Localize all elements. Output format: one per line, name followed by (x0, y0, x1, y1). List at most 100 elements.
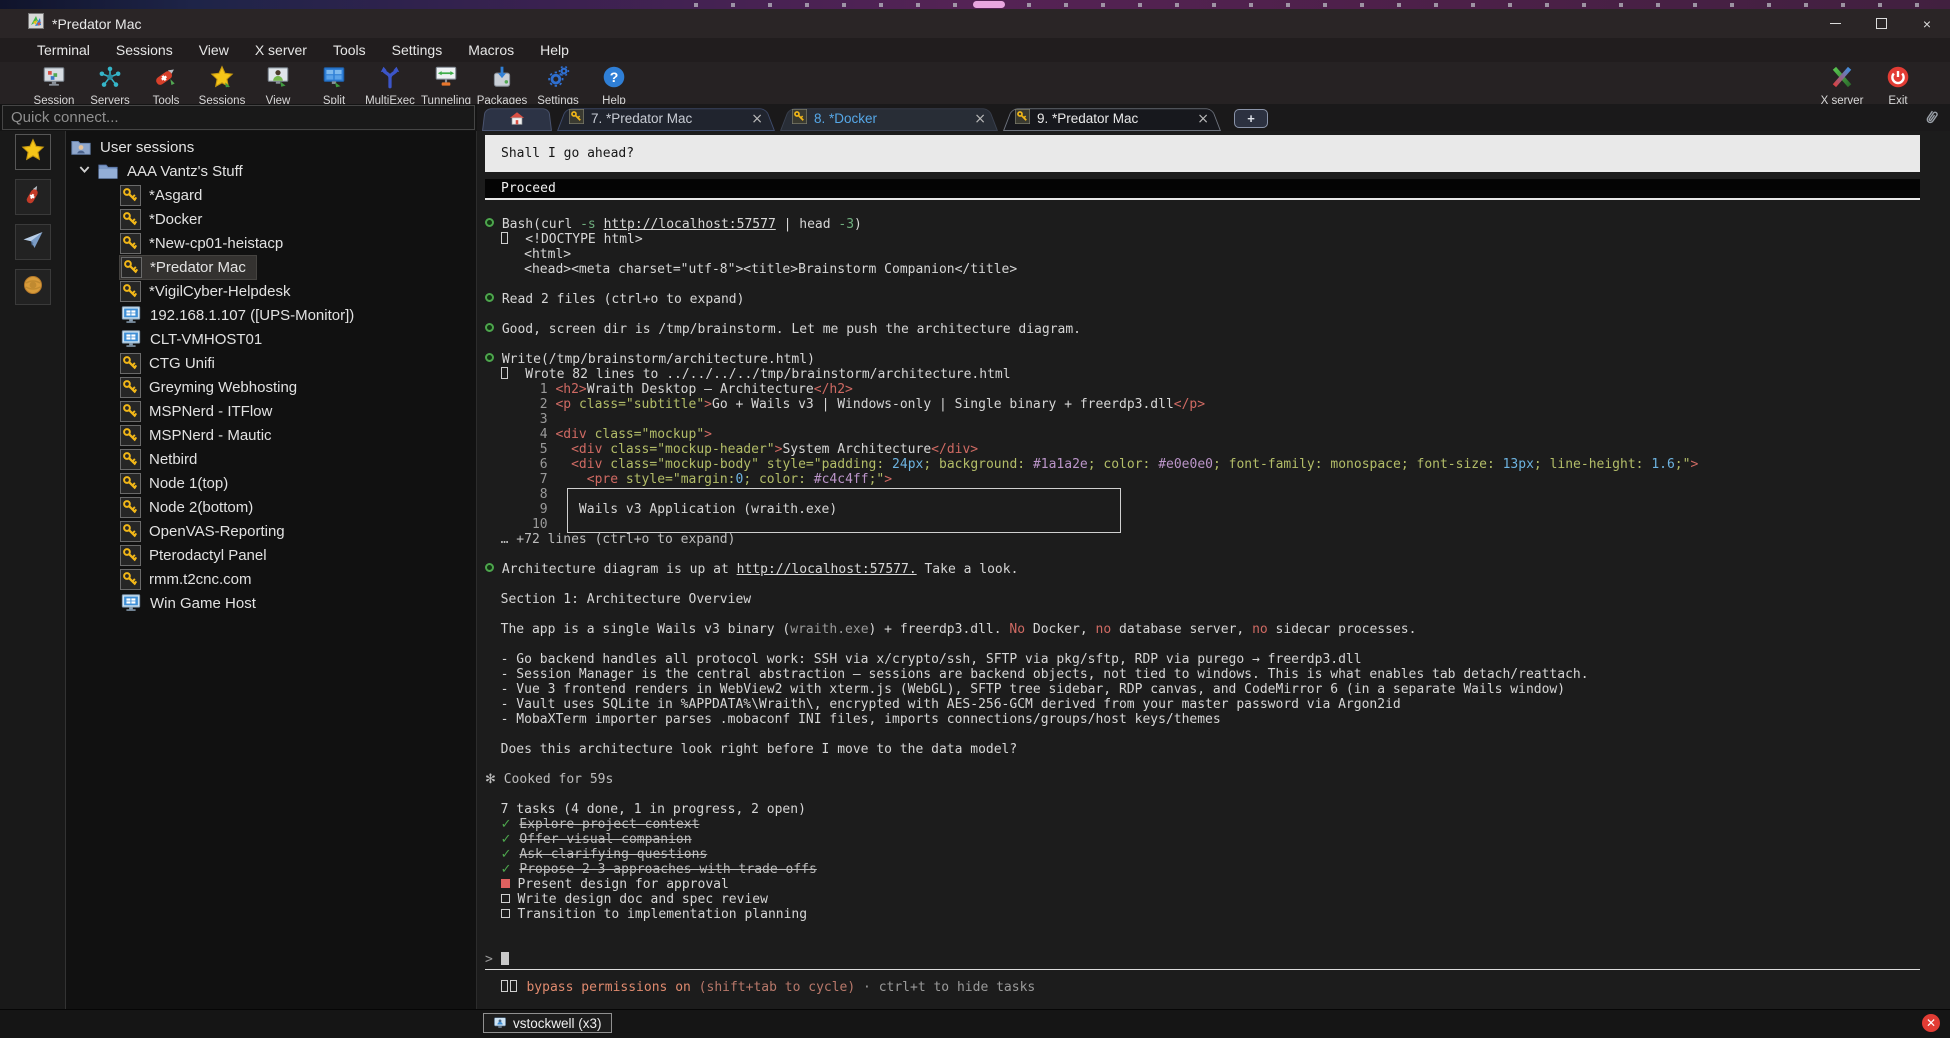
multiexec-icon (377, 64, 403, 95)
tree-item-node-2-bottom[interactable]: Node 2(bottom) (67, 495, 476, 519)
status-close-button[interactable]: ✕ (1922, 1014, 1940, 1032)
terminal-line: 7 tasks (4 done, 1 in progress, 2 open) (485, 802, 1920, 817)
terminal-line: 5 <div class="mockup-header">System Arch… (485, 442, 1920, 457)
tab-key-icon (792, 109, 807, 129)
close-button[interactable]: × (1904, 9, 1950, 38)
tree-item-greyming-webhosting[interactable]: Greyming Webhosting (67, 375, 476, 399)
home-icon (508, 110, 526, 128)
missing-glyph-box (501, 232, 508, 244)
tab-close-icon[interactable]: × (1183, 111, 1209, 127)
terminal-line: - Session Manager is the central abstrac… (485, 667, 1920, 682)
input-separator (485, 969, 1920, 970)
quick-connect-input[interactable] (2, 105, 475, 130)
missing-glyph-box (501, 367, 508, 379)
terminal-line (485, 277, 1920, 292)
menu-item-terminal[interactable]: Terminal (24, 42, 103, 58)
terminal-line: Wrote 82 lines to ../../../../tmp/brains… (485, 367, 1920, 382)
tree-item-mspnerd-mautic[interactable]: MSPNerd - Mautic (67, 423, 476, 447)
tree-item-docker[interactable]: *Docker (67, 207, 476, 231)
chevron-down-icon[interactable] (77, 162, 92, 181)
tree-item-new-cp01-heistacp[interactable]: *New-cp01-heistacp (67, 231, 476, 255)
tab-close-icon[interactable]: × (737, 111, 763, 127)
tree-item-netbird[interactable]: Netbird (67, 447, 476, 471)
minimize-button[interactable] (1812, 9, 1858, 38)
tree-item-clt-vmhost01[interactable]: CLT-VMHOST01 (67, 327, 476, 351)
rail-button-coin-icon[interactable] (15, 269, 51, 305)
tab-key-icon (1015, 109, 1030, 129)
tree-item-node-1-top[interactable]: Node 1(top) (67, 471, 476, 495)
toolbar-button-servers[interactable]: Servers (82, 62, 138, 107)
toolbar-button-sessions[interactable]: Sessions (194, 62, 250, 107)
key-icon (120, 425, 141, 446)
terminal-tab-8-docker[interactable]: 8. *Docker × (780, 106, 998, 131)
toolbar-button-exit[interactable]: Exit (1870, 62, 1926, 107)
terminal-line: - Go backend handles all protocol work: … (485, 652, 1920, 667)
toolbar-button-x-server[interactable]: X server (1814, 62, 1870, 107)
menu-item-x-server[interactable]: X server (242, 42, 320, 58)
tab-label: 7. *Predator Mac (591, 111, 692, 126)
rail-button-star-icon[interactable] (15, 134, 51, 170)
window-title: *Predator Mac (52, 16, 141, 32)
toolbar-button-settings[interactable]: Settings (530, 62, 586, 107)
tree-item-vigilcyber-helpdesk[interactable]: *VigilCyber-Helpdesk (67, 279, 476, 303)
tree-item-ctg-unifi[interactable]: CTG Unifi (67, 351, 476, 375)
menu-item-sessions[interactable]: Sessions (103, 42, 186, 58)
bullet-icon (485, 353, 494, 362)
toolbar-button-tools[interactable]: Tools (138, 62, 194, 107)
sidebar-rail (0, 131, 66, 1009)
key-icon (120, 401, 141, 422)
tree-item-pterodactyl-panel[interactable]: Pterodactyl Panel (67, 543, 476, 567)
toolbar-button-packages[interactable]: Packages (474, 62, 530, 107)
rdp-monitor-icon (120, 592, 142, 614)
terminal[interactable]: Shall I go ahead? Proceed Bash(curl -s h… (477, 131, 1950, 1009)
menu-item-help[interactable]: Help (527, 42, 582, 58)
rail-button-plane-icon[interactable] (15, 224, 51, 260)
tree-item-mspnerd-itflow[interactable]: MSPNerd - ITFlow (67, 399, 476, 423)
view-icon (265, 64, 291, 95)
tree-item-asgard[interactable]: *Asgard (67, 183, 476, 207)
tree-root-user-sessions[interactable]: User sessions (67, 135, 476, 159)
menu-item-view[interactable]: View (186, 42, 242, 58)
terminal-line: 10 (485, 517, 1920, 532)
tree-item-label: MSPNerd - Mautic (149, 427, 272, 444)
toolbar-button-split[interactable]: Split (306, 62, 362, 107)
session-user-button[interactable]: vstockwell (x3) (483, 1013, 612, 1033)
tree-item-win-game-host[interactable]: Win Game Host (67, 591, 476, 615)
tree-item-rmm-t2cnc-com[interactable]: rmm.t2cnc.com (67, 567, 476, 591)
help-icon: ? (601, 64, 627, 95)
rail-button-knife-icon[interactable] (15, 179, 51, 215)
menu-item-tools[interactable]: Tools (320, 42, 379, 58)
paperclip-icon[interactable] (1924, 108, 1940, 131)
terminal-line: ✓ Ask clarifying questions (485, 847, 1920, 862)
star-icon (20, 137, 46, 168)
tree-item-label: MSPNerd - ITFlow (149, 403, 272, 420)
toolbar-button-help[interactable]: ?Help (586, 62, 642, 107)
tree-item-predator-mac[interactable]: *Predator Mac (67, 255, 476, 279)
prompt-line[interactable]: > (485, 952, 1950, 967)
tree-item-label: CLT-VMHOST01 (150, 331, 262, 348)
terminal-tab-9-predator-mac[interactable]: 9. *Predator Mac× (1003, 106, 1221, 131)
home-tab[interactable] (482, 106, 552, 131)
terminal-tab-7-predator-mac[interactable]: 7. *Predator Mac × (557, 106, 775, 131)
toolbar-button-multiexec[interactable]: MultiExec (362, 62, 418, 107)
tree-group-aaa-vantz-s-stuff[interactable]: AAA Vantz's Stuff (67, 159, 476, 183)
app-window: *Predator Mac × TerminalSessionsViewX se… (0, 9, 1950, 1038)
key-icon (120, 377, 141, 398)
maximize-button[interactable] (1858, 9, 1904, 38)
new-tab-button[interactable]: + (1234, 109, 1268, 128)
tab-key-icon (569, 109, 584, 129)
tab-close-icon[interactable]: × (960, 111, 986, 127)
tab-label: 8. *Docker (814, 111, 877, 126)
terminal-line (485, 757, 1920, 772)
open-task-square-icon (501, 909, 510, 918)
toolbar-button-view[interactable]: View (250, 62, 306, 107)
tree-item-openvas-reporting[interactable]: OpenVAS-Reporting (67, 519, 476, 543)
toolbar-button-session[interactable]: Session (26, 62, 82, 107)
menu-item-settings[interactable]: Settings (379, 42, 456, 58)
toolbar-button-tunneling[interactable]: Tunneling (418, 62, 474, 107)
terminal-line (485, 937, 1920, 952)
menu-item-macros[interactable]: Macros (455, 42, 527, 58)
proceed-option[interactable]: Proceed (485, 179, 1920, 200)
knife-icon (21, 183, 45, 212)
tree-item-192-168-1-107-ups-monitor[interactable]: 192.168.1.107 ([UPS-Monitor]) (67, 303, 476, 327)
